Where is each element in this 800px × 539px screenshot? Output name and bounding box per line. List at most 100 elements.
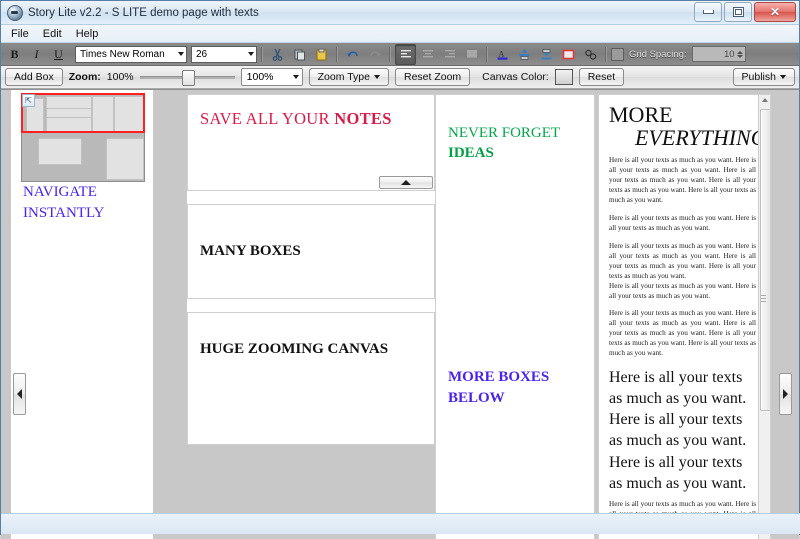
canvas-color-label: Canvas Color: — [482, 71, 549, 83]
ideas-text: IDEAS — [448, 143, 582, 163]
chevron-down-icon — [293, 75, 299, 79]
paste-icon[interactable] — [311, 44, 332, 65]
grid-spacing-checkbox[interactable] — [611, 48, 624, 61]
minimap-node — [46, 117, 92, 132]
align-right-icon[interactable] — [439, 44, 460, 65]
zoom-level-select[interactable]: 100% — [241, 68, 303, 86]
everything-heading: EVERYTHING — [609, 126, 756, 150]
paragraph: Here is all your texts as much as you wa… — [609, 242, 756, 282]
publish-label: Publish — [742, 71, 776, 83]
publish-button[interactable]: Publish — [733, 68, 795, 86]
canvas-color-swatch[interactable] — [555, 69, 573, 85]
slider-thumb[interactable] — [182, 70, 195, 86]
info-map[interactable]: ⇱ — [21, 93, 145, 182]
navigate-instantly-text: NAVIGATE INSTANTLY — [23, 182, 141, 224]
italic-button[interactable]: I — [26, 44, 47, 65]
save-notes-text: SAVE ALL YOUR NOTES — [200, 109, 422, 129]
toolbar-divider — [261, 47, 263, 62]
status-bar — [1, 513, 800, 534]
menu-edit[interactable]: Edit — [37, 27, 68, 41]
cut-icon[interactable] — [267, 44, 288, 65]
add-box-button[interactable]: Add Box — [5, 68, 63, 86]
text-box-many-boxes[interactable]: MANY BOXES — [187, 204, 435, 299]
paragraph: Here is all your texts as much as you wa… — [609, 282, 756, 302]
window-title: Story Lite v2.2 - S LITE demo page with … — [28, 7, 259, 19]
minimap-node — [38, 138, 82, 165]
bold-button[interactable]: B — [4, 44, 25, 65]
canvas-workspace[interactable]: ⇱ ABOVE IS INFO MAP NAVIGATE INSTANTLY S… — [1, 89, 799, 539]
scrollbar-grip — [761, 295, 766, 304]
canvas-column-far-right: MORE EVERYTHING Here is all your texts a… — [598, 94, 771, 539]
align-justify-icon[interactable] — [461, 44, 482, 65]
stepper-arrows — [737, 51, 743, 58]
scroll-up-icon — [762, 98, 768, 102]
save-notes-bold: NOTES — [334, 109, 391, 128]
scrollbar-up-button[interactable] — [759, 95, 770, 105]
link-icon[interactable] — [580, 44, 601, 65]
zoom-slider[interactable] — [140, 70, 235, 84]
stepper-down-icon[interactable] — [737, 55, 743, 58]
format-toolbar: B I U Times New Roman 26 — [1, 43, 799, 66]
window-controls: ✕ — [694, 2, 796, 22]
zoom-level-value: 100% — [247, 71, 274, 83]
never-forget-text: NEVER FORGET — [448, 123, 582, 143]
text-box-huge-zooming-canvas[interactable]: HUGE ZOOMING CANVAS — [187, 312, 435, 445]
more-boxes-below-text: MORE BOXES BELOW — [448, 367, 549, 409]
font-size-value: 26 — [196, 49, 207, 60]
bring-to-front-icon[interactable] — [514, 44, 535, 65]
many-boxes-text: MANY BOXES — [200, 243, 301, 260]
font-family-value: Times New Roman — [80, 49, 165, 60]
zoom-label: Zoom: — [69, 71, 101, 83]
scroll-left-icon — [17, 389, 22, 399]
paragraph: Here is all your texts as much as you wa… — [609, 156, 756, 206]
minimap-resize-handle[interactable]: ⇱ — [22, 94, 35, 107]
text-scrollbar-vertical[interactable] — [758, 95, 770, 539]
zoom-type-button[interactable]: Zoom Type — [309, 68, 389, 86]
menu-file[interactable]: File — [5, 27, 35, 41]
redo-icon[interactable] — [364, 44, 385, 65]
grid-spacing-label: Grid Spacing: — [629, 49, 687, 60]
app-globe-icon — [7, 5, 23, 21]
align-center-icon[interactable] — [417, 44, 438, 65]
zoom-type-label: Zoom Type — [318, 71, 370, 83]
reset-zoom-button[interactable]: Reset Zoom — [395, 68, 470, 86]
toolbar-divider — [605, 47, 607, 62]
send-to-back-icon[interactable] — [536, 44, 557, 65]
copy-icon[interactable] — [289, 44, 310, 65]
maximize-button[interactable] — [724, 2, 752, 22]
align-left-icon[interactable] — [395, 44, 416, 65]
grid-spacing-stepper[interactable]: 10 — [692, 46, 746, 62]
canvas-toolbar: Add Box Zoom: 100% 100% Zoom Type Reset … — [1, 66, 799, 89]
font-size-select[interactable]: 26 — [191, 46, 257, 63]
minimize-button[interactable] — [694, 2, 722, 22]
font-family-select[interactable]: Times New Roman — [75, 46, 187, 63]
close-button[interactable]: ✕ — [754, 2, 796, 22]
box-color-icon[interactable] — [558, 44, 579, 65]
zoom-value: 100% — [107, 71, 134, 83]
reset-button[interactable]: Reset — [579, 68, 624, 86]
application-window: Story Lite v2.2 - S LITE demo page with … — [0, 0, 800, 535]
more-heading: MORE — [609, 103, 756, 126]
text-box-ideas[interactable]: NEVER FORGET IDEAS MORE BOXES BELOW — [435, 94, 595, 539]
paragraph: Here is all your texts as much as you wa… — [609, 309, 756, 359]
font-color-icon[interactable]: A — [492, 44, 513, 65]
chevron-down-icon — [178, 52, 184, 56]
scroll-right-icon — [783, 389, 788, 399]
canvas-scroll-left-button[interactable] — [13, 373, 26, 415]
menu-bar: File Edit Help — [1, 25, 799, 43]
minimap-node — [114, 96, 144, 132]
menu-help[interactable]: Help — [70, 27, 105, 41]
minimize-icon — [703, 10, 714, 14]
underline-button[interactable]: U — [48, 44, 69, 65]
text-box-more-everything[interactable]: MORE EVERYTHING Here is all your texts a… — [598, 94, 771, 539]
canvas-scroll-up-button[interactable] — [379, 176, 433, 189]
huge-zooming-canvas-text: HUGE ZOOMING CANVAS — [200, 341, 422, 358]
paragraph-large: Here is all your texts as much as you wa… — [609, 367, 756, 494]
undo-icon[interactable] — [342, 44, 363, 65]
canvas-scroll-right-button[interactable] — [779, 373, 792, 415]
scrollbar-thumb[interactable] — [760, 109, 771, 411]
stepper-up-icon[interactable] — [737, 51, 743, 54]
scroll-up-icon — [401, 180, 411, 185]
canvas-column-right: NEVER FORGET IDEAS MORE BOXES BELOW — [435, 94, 595, 539]
toolbar-divider — [389, 47, 391, 62]
